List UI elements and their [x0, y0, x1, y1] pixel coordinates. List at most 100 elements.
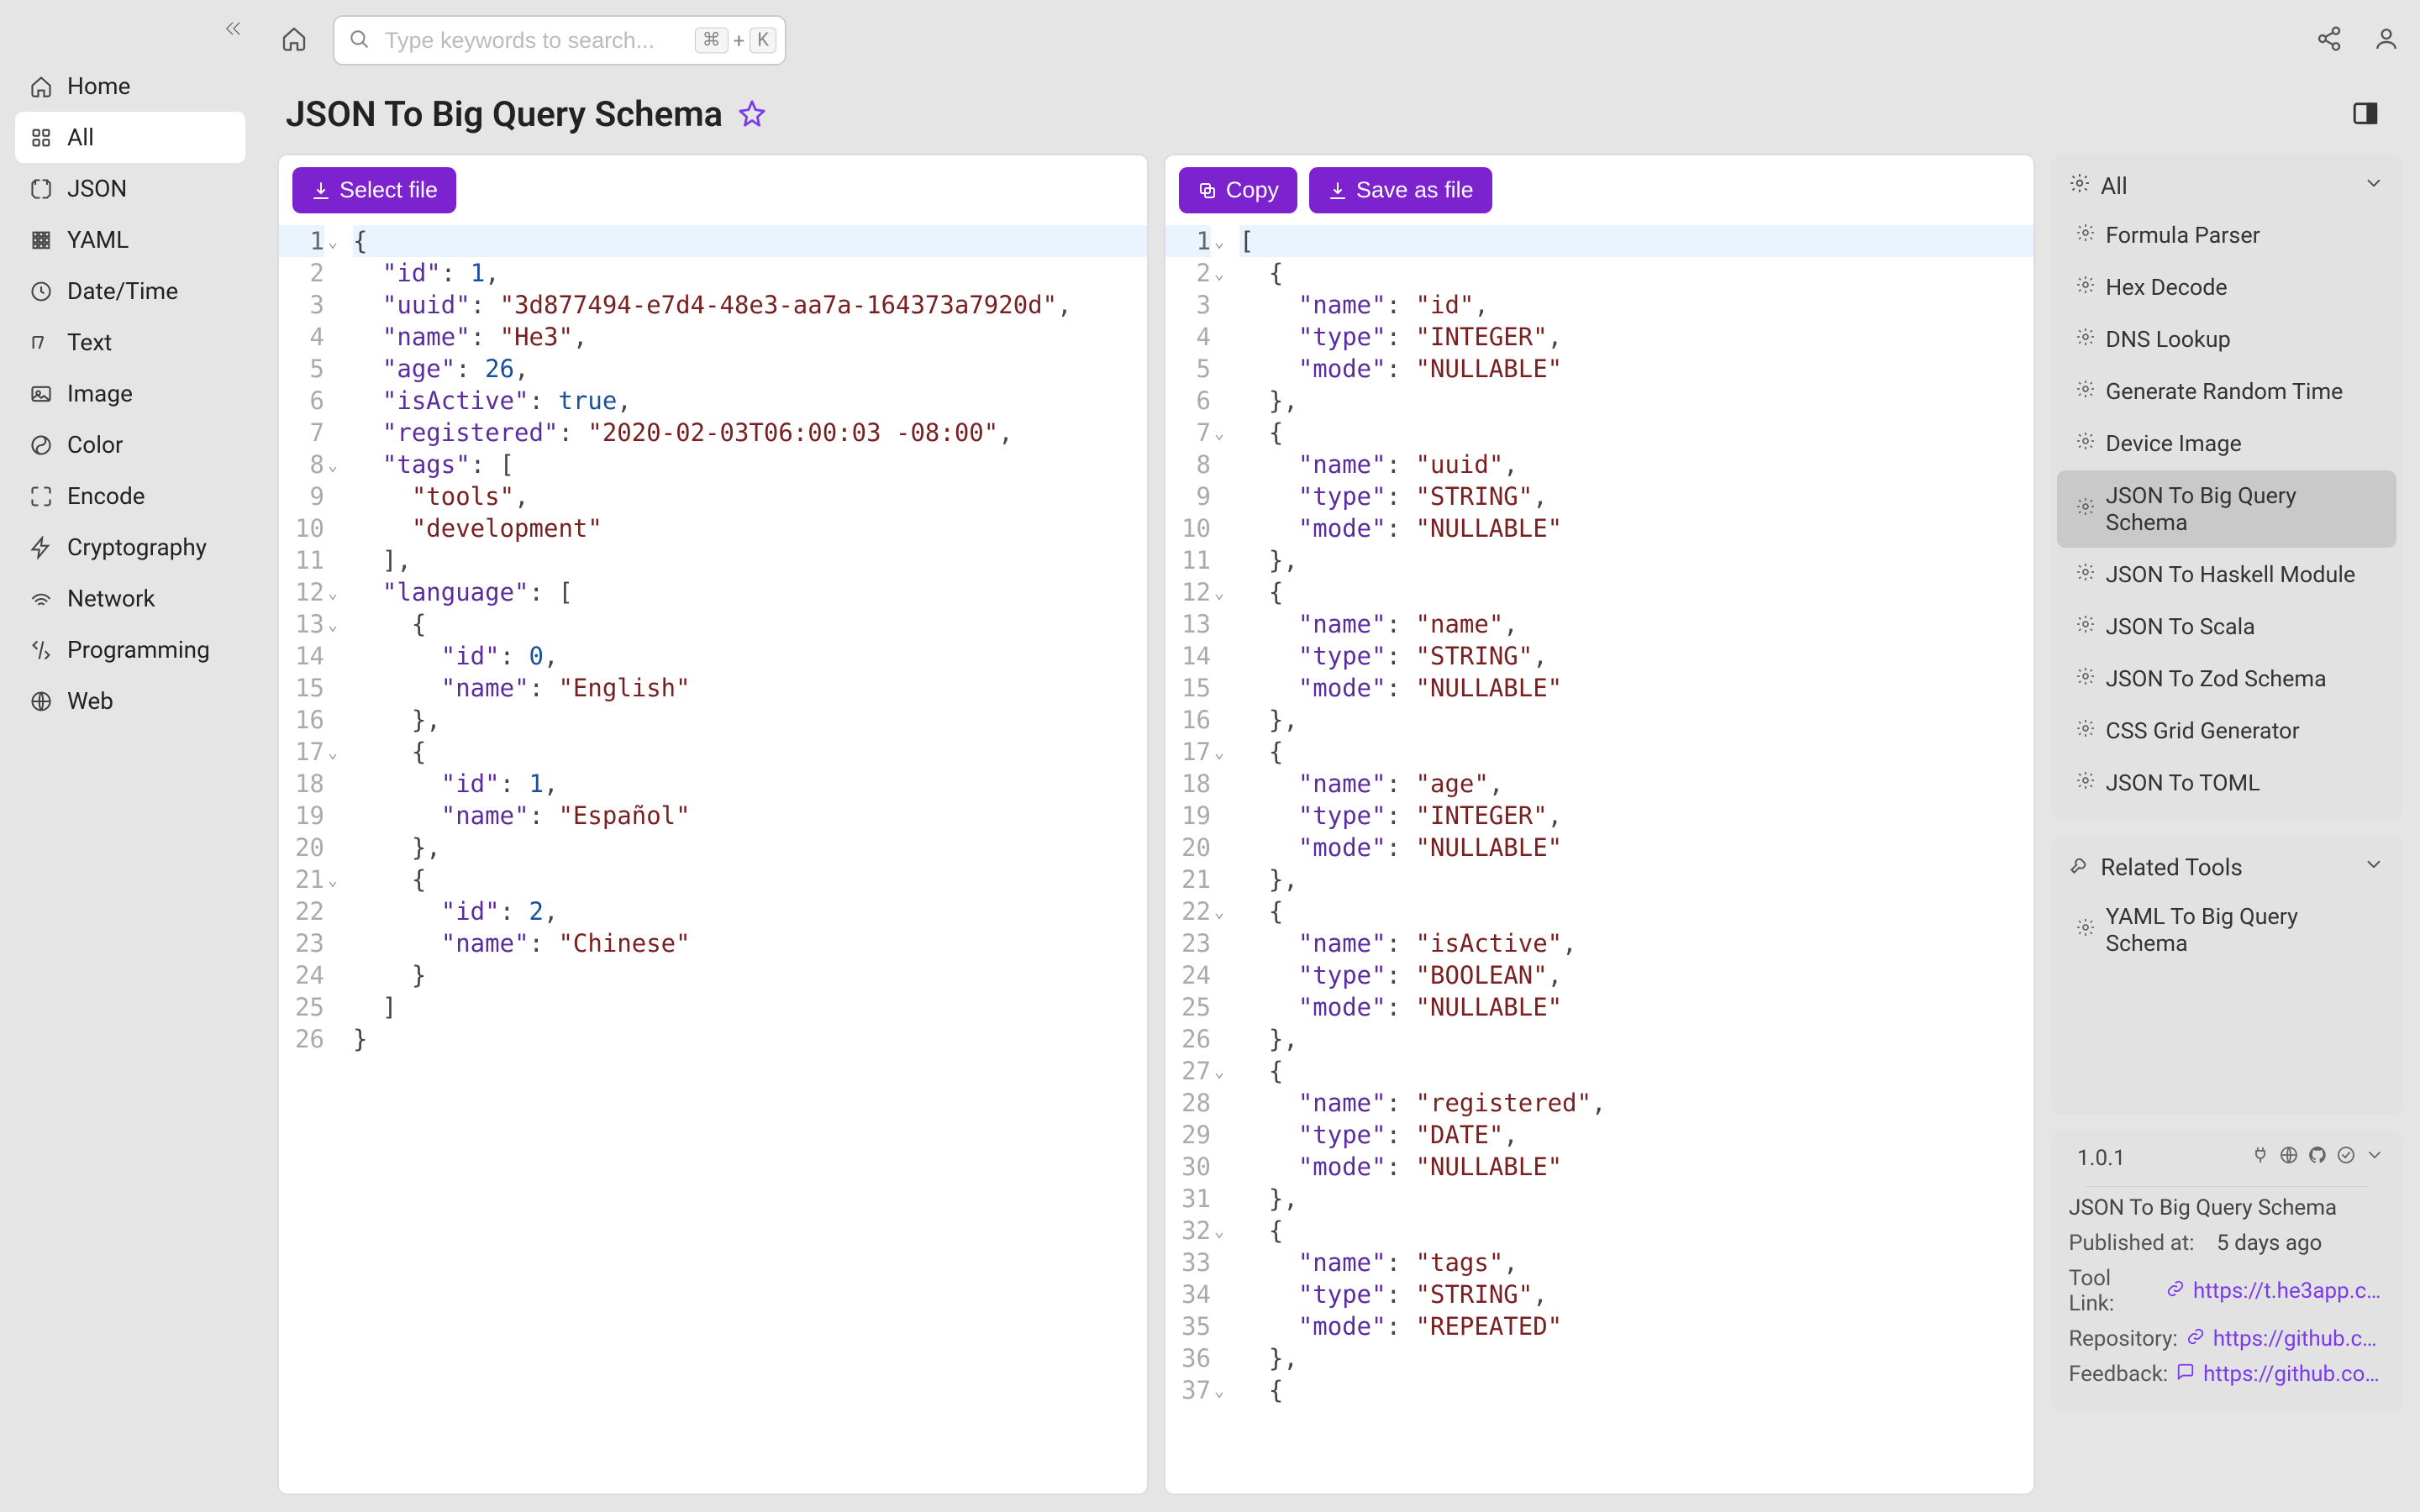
output-editor-actions: Copy Save as file: [1165, 155, 2033, 225]
tool-item[interactable]: JSON To Zod Schema: [2057, 654, 2396, 704]
json-icon: [29, 176, 54, 202]
output-editor: Copy Save as file 1234567891011121314151…: [1164, 154, 2035, 1495]
tool-item[interactable]: Device Image: [2057, 418, 2396, 469]
sidebar-item-label: All: [67, 123, 94, 151]
tool-item[interactable]: JSON To Big Query Schema: [2057, 470, 2396, 548]
sidebar-item-encode[interactable]: Encode: [15, 470, 245, 522]
tool-label: JSON To Big Query Schema: [2106, 482, 2378, 536]
tool-icon: [2075, 378, 2096, 405]
save-as-file-button[interactable]: Save as file: [1309, 167, 1492, 213]
tool-label: Hex Decode: [2106, 274, 2228, 301]
plug-icon[interactable]: [2250, 1145, 2270, 1171]
tools-list-card: All Formula Parser Hex Decode DNS LookupGe…: [2050, 154, 2403, 820]
tool-item[interactable]: JSON To TOML: [2057, 758, 2396, 808]
home-button[interactable]: [281, 25, 308, 55]
tool-item[interactable]: JSON To Scala: [2057, 601, 2396, 652]
tool-label: JSON To TOML: [2106, 769, 2260, 796]
tool-label: Formula Parser: [2106, 222, 2260, 249]
panel-toggle-button[interactable]: [2351, 99, 2380, 131]
link-icon: [2186, 1326, 2205, 1352]
chevron-down-icon: [2363, 172, 2385, 200]
tool-info-card: 1.0.1 JSON To Big Query Schema Published…: [2050, 1130, 2403, 1412]
chevron-down-icon[interactable]: [2365, 1145, 2385, 1171]
sidebar-item-label: YAML: [67, 226, 129, 254]
output-code[interactable]: 1234567891011121314151617181920212223242…: [1165, 225, 2033, 1494]
related-tools-card: Related Tools YAML To Big Query Schema: [2050, 835, 2403, 1115]
topbar: ⌘ + K: [260, 0, 2420, 81]
yaml-icon: [29, 228, 54, 253]
sidebar-item-text[interactable]: Text: [15, 317, 245, 368]
feedback-link[interactable]: https://github.com/…: [2203, 1362, 2385, 1387]
tool-icon: [2075, 561, 2096, 588]
search-kbd-hint: ⌘ + K: [695, 28, 776, 54]
sidebar-item-json[interactable]: JSON: [15, 163, 245, 214]
tool-icon: [2075, 496, 2096, 522]
user-icon[interactable]: [2373, 25, 2400, 55]
sidebar-item-label: Image: [67, 380, 133, 407]
favorite-button[interactable]: [738, 99, 766, 131]
programming-icon: [29, 638, 54, 663]
text-icon: [29, 330, 54, 355]
input-editor-actions: Select file: [279, 155, 1147, 225]
copy-button[interactable]: Copy: [1179, 167, 1297, 213]
input-code[interactable]: 1234567891011121314151617181920212223242…: [279, 225, 1147, 1494]
tool-item[interactable]: Generate Random Time: [2057, 366, 2396, 417]
sidebar-item-color[interactable]: Color: [15, 419, 245, 470]
sidebar-item-label: Web: [67, 687, 113, 715]
title-row: JSON To Big Query Schema: [260, 81, 2420, 154]
tool-item[interactable]: Hex Decode: [2057, 262, 2396, 312]
sidebar-item-label: Network: [67, 585, 155, 612]
sidebar-item-label: Cryptography: [67, 533, 207, 561]
sidebar-item-web[interactable]: Web: [15, 675, 245, 727]
sidebar-item-label: Text: [67, 328, 112, 356]
sidebar-collapse-button[interactable]: [222, 17, 245, 44]
sidebar-item-label: Home: [67, 72, 130, 100]
check-circle-icon[interactable]: [2336, 1145, 2356, 1171]
share-icon[interactable]: [2316, 25, 2343, 55]
wrench-icon: [2069, 853, 2091, 881]
tool-item[interactable]: DNS Lookup: [2057, 314, 2396, 365]
link-icon: [2166, 1278, 2185, 1304]
home-icon: [29, 74, 54, 99]
tool-label: Device Image: [2106, 430, 2242, 457]
sidebar-item-home[interactable]: Home: [15, 60, 245, 112]
input-editor: Select file 1234567891011121314151617181…: [277, 154, 1149, 1495]
page-title: JSON To Big Query Schema: [286, 94, 723, 135]
color-icon: [29, 433, 54, 458]
sidebar-item-label: JSON: [67, 175, 127, 202]
tool-label: JSON To Zod Schema: [2106, 665, 2327, 692]
tools-filter-dropdown[interactable]: All: [2050, 164, 2403, 208]
sidebar-item-datetime[interactable]: Date/Time: [15, 265, 245, 317]
repo-link[interactable]: https://github.com…: [2213, 1326, 2385, 1352]
github-icon[interactable]: [2307, 1145, 2328, 1171]
tool-label: YAML To Big Query Schema: [2106, 903, 2378, 957]
sidebar: Home All JSON YAML Date/Time Text Image Color En…: [0, 0, 260, 1512]
tool-item[interactable]: CSS Grid Generator: [2057, 706, 2396, 756]
related-tools-dropdown[interactable]: Related Tools: [2050, 845, 2403, 890]
network-icon: [29, 586, 54, 612]
sidebar-item-all[interactable]: All: [15, 112, 245, 163]
sidebar-item-label: Color: [67, 431, 123, 459]
search-icon: [348, 28, 370, 53]
sidebar-item-cryptography[interactable]: Cryptography: [15, 522, 245, 573]
tool-item[interactable]: Formula Parser: [2057, 210, 2396, 260]
tool-label: JSON To Haskell Module: [2106, 561, 2355, 588]
comment-icon: [2176, 1362, 2195, 1387]
sidebar-item-yaml[interactable]: YAML: [15, 214, 245, 265]
sidebar-item-label: Encode: [67, 482, 145, 510]
main-area: ⌘ + K JSON To Big Query Schema Select fi…: [260, 0, 2420, 1512]
sidebar-item-programming[interactable]: Programming: [15, 624, 245, 675]
tool-icon: [2075, 613, 2096, 640]
select-file-button[interactable]: Select file: [292, 167, 456, 213]
tool-link[interactable]: https://t.he3app.co…: [2193, 1278, 2385, 1304]
globe-icon[interactable]: [2279, 1145, 2299, 1171]
chevron-down-icon: [2363, 853, 2385, 881]
content-row: Select file 1234567891011121314151617181…: [260, 154, 2420, 1512]
search-wrap: ⌘ + K: [333, 15, 786, 66]
tool-label: JSON To Scala: [2106, 613, 2255, 640]
tool-item[interactable]: JSON To Haskell Module: [2057, 549, 2396, 600]
tool-label: CSS Grid Generator: [2106, 717, 2300, 744]
sidebar-item-image[interactable]: Image: [15, 368, 245, 419]
sidebar-item-network[interactable]: Network: [15, 573, 245, 624]
related-tool-item[interactable]: YAML To Big Query Schema: [2057, 891, 2396, 969]
